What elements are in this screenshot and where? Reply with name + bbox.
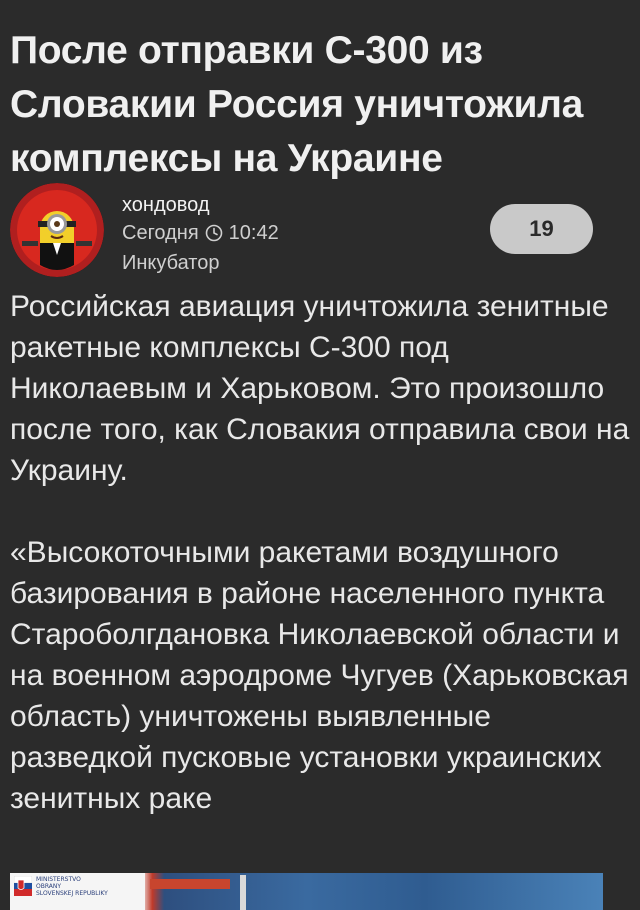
clock-icon bbox=[205, 224, 223, 242]
title-line: Словакии Россия уничтожила bbox=[10, 83, 584, 126]
ministry-logo: MINISTERSTVO OBRANY SLOVENSKEJ REPUBLIKY bbox=[10, 873, 145, 910]
community-name[interactable]: Инкубатор bbox=[122, 251, 219, 275]
article-image[interactable]: MINISTERSTVO OBRANY SLOVENSKEJ REPUBLIKY bbox=[10, 873, 603, 910]
article-body: Российская авиация уничтожила зенитные р… bbox=[10, 286, 630, 819]
post-date: Сегодня bbox=[122, 222, 199, 244]
slovak-flag-icon bbox=[14, 876, 32, 896]
mast-shape bbox=[240, 875, 246, 910]
post-dateline: Сегодня 10:42 bbox=[122, 221, 279, 245]
ministry-line: SLOVENSKEJ REPUBLIKY bbox=[36, 890, 108, 897]
ministry-line: OBRANY bbox=[36, 883, 62, 890]
ministry-text: MINISTERSTVO OBRANY SLOVENSKEJ REPUBLIKY bbox=[36, 876, 108, 897]
post-meta: хондовод Сегодня 10:42 Инкубатор 19 bbox=[10, 183, 630, 279]
article-title[interactable]: После отправки С-300 из Словакии Россия … bbox=[10, 24, 620, 186]
body-paragraph: «Высокоточными ракетами воздушного базир… bbox=[10, 536, 629, 815]
body-paragraph: Российская авиация уничтожила зенитные р… bbox=[10, 290, 630, 487]
avatar-minion-icon bbox=[10, 183, 104, 277]
ministry-line: MINISTERSTVO bbox=[36, 876, 81, 883]
post-time: 10:42 bbox=[228, 222, 279, 244]
author-name[interactable]: хондовод bbox=[122, 193, 210, 217]
title-line: После отправки С-300 из bbox=[10, 29, 483, 72]
rating-badge[interactable]: 19 bbox=[490, 204, 593, 254]
crane-shape bbox=[150, 879, 230, 889]
article: После отправки С-300 из Словакии Россия … bbox=[0, 0, 640, 910]
avatar[interactable] bbox=[10, 183, 104, 277]
title-line: комплексы на Украине bbox=[10, 137, 443, 180]
